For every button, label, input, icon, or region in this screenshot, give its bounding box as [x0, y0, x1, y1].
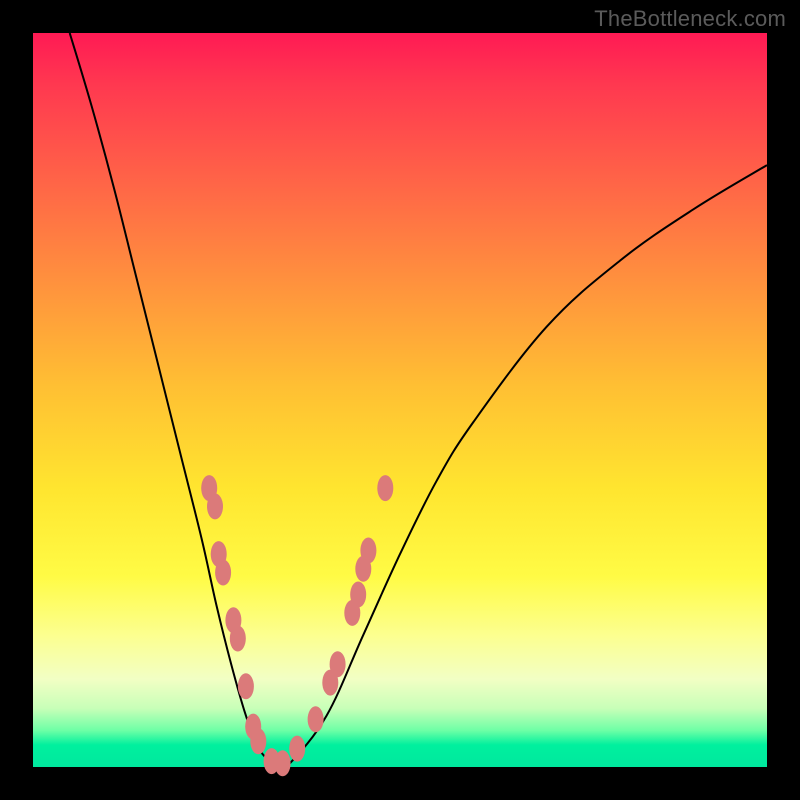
chart-frame: TheBottleneck.com — [0, 0, 800, 800]
watermark-text: TheBottleneck.com — [594, 6, 786, 32]
curve-markers — [201, 475, 393, 776]
curve-left-branch — [70, 33, 279, 767]
curve-right-branch — [279, 165, 767, 768]
plot-area — [33, 33, 767, 767]
data-marker — [350, 582, 366, 608]
data-marker — [360, 538, 376, 564]
data-marker — [308, 706, 324, 732]
curve-svg — [33, 33, 767, 767]
data-marker — [275, 750, 291, 776]
data-marker — [238, 673, 254, 699]
data-marker — [250, 728, 266, 754]
data-marker — [289, 736, 305, 762]
data-marker — [330, 651, 346, 677]
data-marker — [230, 626, 246, 652]
data-marker — [215, 560, 231, 586]
data-marker — [377, 475, 393, 501]
data-marker — [207, 493, 223, 519]
